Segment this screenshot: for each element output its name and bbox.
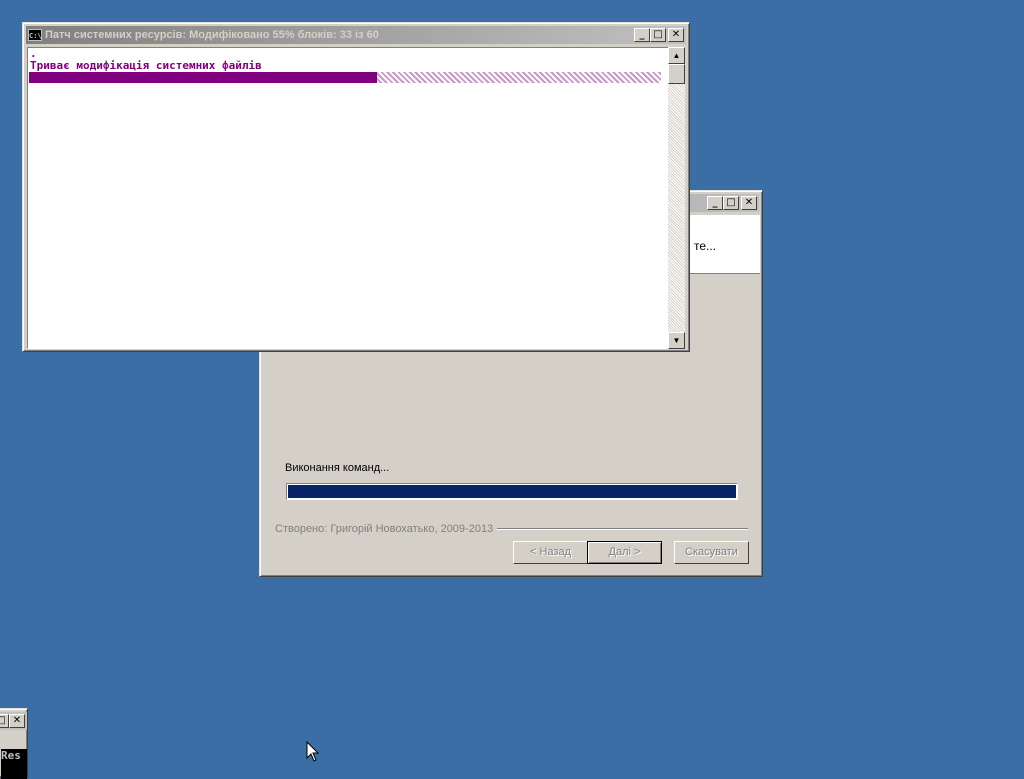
blocks-of: із: [355, 29, 364, 41]
maximize-button[interactable]: □: [723, 196, 739, 210]
credit-line: Створено: Григорій Новохатько, 2009-2013: [275, 523, 748, 535]
console-progress-bar: [29, 72, 661, 83]
scroll-up-arrow-icon[interactable]: ▲: [668, 47, 685, 64]
console-icon: C:\: [28, 29, 42, 41]
console-window: C:\ Патч системних ресурсів: Модифікован…: [22, 22, 690, 352]
minimize-button[interactable]: _: [634, 28, 650, 42]
maximize-button[interactable]: □: [650, 28, 666, 42]
console-message: Триває модифікація системних файлів: [30, 59, 262, 72]
status-label: Виконання команд...: [285, 462, 390, 474]
console-progress-fill: [29, 72, 377, 83]
blocks-done: 33: [339, 29, 352, 41]
credit-text: Створено: Григорій Новохатько, 2009-2013: [275, 523, 494, 535]
mouse-cursor-icon: [306, 741, 320, 762]
blocks-label: блоків:: [297, 29, 337, 41]
maximize-button[interactable]: □: [0, 714, 9, 728]
console-title-bar[interactable]: C:\ Патч системних ресурсів: Модифікован…: [26, 26, 686, 44]
scroll-down-arrow-icon[interactable]: ▼: [668, 332, 685, 349]
modified-percent: 55%: [272, 29, 295, 41]
scrollbar-thumb[interactable]: [668, 64, 685, 84]
vertical-scrollbar[interactable]: ▲ ▼: [668, 47, 685, 349]
minimize-button[interactable]: _: [707, 196, 723, 210]
console-output[interactable]: . Триває модифікація системних файлів: [27, 47, 669, 349]
modified-label: Модифіковано: [189, 29, 270, 41]
wizard-progress-fill: [288, 485, 736, 498]
close-button[interactable]: ✕: [741, 196, 757, 210]
close-button[interactable]: ✕: [9, 714, 25, 728]
partial-title-bar[interactable]: □ ✕: [0, 712, 27, 730]
partial-window-body: Res: [1, 749, 27, 779]
wizard-progress-bar: [286, 483, 738, 500]
separator: [497, 528, 748, 530]
close-button[interactable]: ✕: [668, 28, 684, 42]
back-button[interactable]: < Назад: [513, 541, 588, 564]
blocks-total: 60: [366, 29, 379, 41]
wizard-header-text: те...: [694, 239, 717, 253]
console-title: Патч системних ресурсів:: [45, 29, 187, 41]
next-button[interactable]: Далі >: [587, 541, 662, 564]
cancel-button[interactable]: Скасувати: [674, 541, 749, 564]
